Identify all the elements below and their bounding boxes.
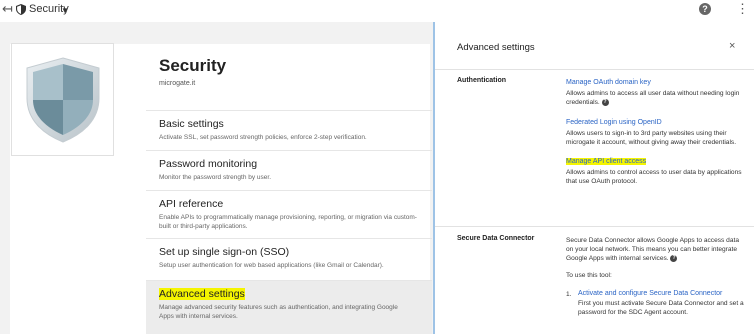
federated-desc: Allows users to sign-in to 3rd party web… xyxy=(566,130,737,146)
section-label: Secure Data Connector xyxy=(457,235,535,242)
setting-desc: Setup user authentication for web based … xyxy=(159,262,384,269)
to-use-label: To use this tool: xyxy=(566,272,612,279)
security-logo xyxy=(11,43,114,156)
sdc-desc: Secure Data Connector allows Google Apps… xyxy=(566,237,740,262)
oauth-desc: Allows admins to access all user data wi… xyxy=(566,90,740,106)
panel-title: Advanced settings xyxy=(457,42,535,53)
close-icon[interactable]: × xyxy=(729,40,735,52)
top-bar: ↤ Security ▼ ? ⋮ xyxy=(0,0,754,22)
setting-desc: Activate SSL, set password strength poli… xyxy=(159,134,367,141)
setting-desc: Enable APIs to programmatically manage p… xyxy=(159,214,417,230)
setting-title: Basic settings xyxy=(159,118,224,130)
activate-sdc-link[interactable]: Activate and configure Secure Data Conne… xyxy=(575,289,746,299)
setting-title: Password monitoring xyxy=(159,158,258,170)
shield-logo-icon xyxy=(26,57,100,143)
more-vert-icon[interactable]: ⋮ xyxy=(736,1,749,17)
manage-api-client-link[interactable]: Manage API client access xyxy=(566,158,647,165)
help-icon[interactable]: ? xyxy=(670,254,678,262)
shield-icon xyxy=(16,4,26,15)
advanced-settings-panel: Advanced settings × Authentication Manag… xyxy=(433,22,754,334)
manage-oauth-link[interactable]: Manage OAuth domain key xyxy=(566,78,746,88)
step-desc: First you must activate Secure Data Conn… xyxy=(578,300,744,316)
setting-desc: Manage advanced security features such a… xyxy=(159,304,398,320)
authentication-section: Authentication Manage OAuth domain key A… xyxy=(435,77,754,227)
step-number: 1. xyxy=(566,291,572,298)
setting-title: Advanced settings xyxy=(159,288,245,300)
secure-data-connector-section: Secure Data Connector Secure Data Connec… xyxy=(435,235,754,334)
setting-title: Set up single sign-on (SSO) xyxy=(159,246,290,258)
setting-basic[interactable]: Basic settings Activate SSL, set passwor… xyxy=(146,110,432,150)
setting-desc: Monitor the password strength by user. xyxy=(159,174,272,181)
divider xyxy=(435,226,754,227)
setting-title: API reference xyxy=(159,198,224,210)
api-client-desc: Allows admins to control access to user … xyxy=(566,169,742,185)
federated-login-link[interactable]: Federated Login using OpenID xyxy=(566,118,746,128)
chevron-down-icon[interactable]: ▼ xyxy=(61,4,69,17)
setting-sso[interactable]: Set up single sign-on (SSO) Setup user a… xyxy=(146,238,432,280)
domain-name: microgate.it xyxy=(159,80,196,87)
panel-header: Advanced settings × xyxy=(435,22,754,70)
page-title: Security xyxy=(159,56,227,75)
help-icon[interactable]: ? xyxy=(699,3,711,15)
setting-password-monitoring[interactable]: Password monitoring Monitor the password… xyxy=(146,150,432,190)
setting-advanced[interactable]: Advanced settings Manage advanced securi… xyxy=(146,280,432,334)
help-icon[interactable]: ? xyxy=(601,98,609,106)
setting-api-reference[interactable]: API reference Enable APIs to programmati… xyxy=(146,190,432,238)
back-arrow-icon[interactable]: ↤ xyxy=(2,2,13,16)
section-label: Authentication xyxy=(457,77,506,84)
